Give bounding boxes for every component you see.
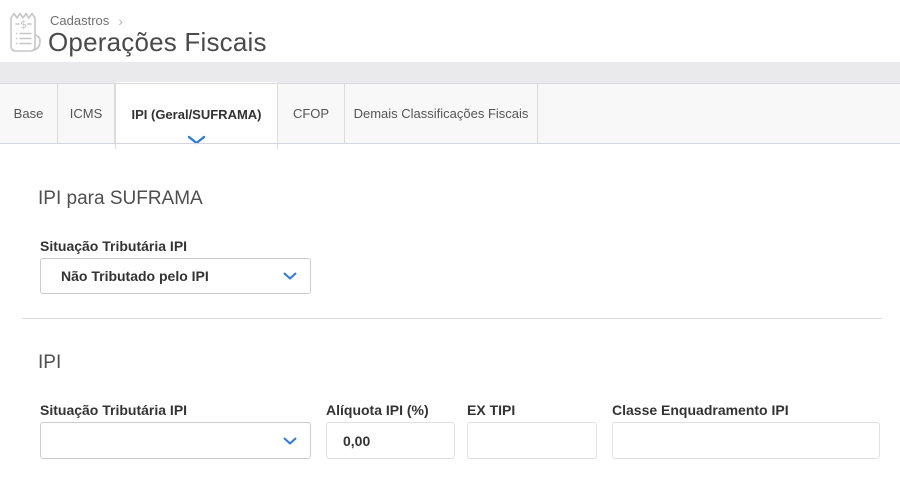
situacao-tributaria-ipi-label: Situação Tributária IPI bbox=[40, 403, 311, 418]
operacoes-fiscais-screen: $ Cadastros › Operações Fiscais Base ICM… bbox=[0, 0, 900, 494]
tabbar-top-border bbox=[0, 83, 900, 84]
header-band bbox=[0, 62, 900, 83]
situacao-tributaria-ipi-suframa-select[interactable]: Não Tributado pelo IPI bbox=[40, 258, 311, 294]
section-divider bbox=[22, 318, 882, 319]
selected-value: Não Tributado pelo IPI bbox=[61, 268, 209, 284]
chevron-right-icon: › bbox=[118, 14, 123, 28]
classe-enquadramento-ipi-label: Classe Enquadramento IPI bbox=[612, 403, 880, 418]
tab-icms-label: ICMS bbox=[70, 106, 103, 121]
chevron-down-icon bbox=[283, 272, 297, 280]
tab-base-label: Base bbox=[14, 106, 44, 121]
tab-base[interactable]: Base bbox=[0, 83, 58, 144]
aliquota-ipi-label: Alíquota IPI (%) bbox=[326, 403, 455, 418]
tab-icms[interactable]: ICMS bbox=[58, 83, 115, 144]
tabbar-bottom-border bbox=[0, 143, 900, 144]
chevron-down-icon bbox=[283, 437, 297, 445]
situacao-tributaria-ipi-suframa-label: Situação Tributária IPI bbox=[40, 239, 311, 254]
field-classe-enquadramento-ipi: Classe Enquadramento IPI bbox=[612, 403, 880, 459]
field-aliquota-ipi: Alíquota IPI (%) bbox=[326, 403, 455, 459]
section-heading-ipi: IPI bbox=[38, 352, 61, 374]
tab-ipi-geral-suframa[interactable]: IPI (Geral/SUFRAMA) bbox=[115, 82, 278, 149]
tab-cfop-label: CFOP bbox=[293, 106, 329, 121]
page-title: Operações Fiscais bbox=[48, 27, 267, 58]
ex-tipi-label: EX TIPI bbox=[467, 403, 597, 418]
tab-demais-classificacoes-fiscais[interactable]: Demais Classificações Fiscais bbox=[345, 83, 538, 144]
aliquota-ipi-input[interactable] bbox=[326, 422, 455, 459]
field-ex-tipi: EX TIPI bbox=[467, 403, 597, 459]
breadcrumb: Cadastros › bbox=[50, 13, 123, 28]
section-heading-ipi-para-suframa: IPI para SUFRAMA bbox=[38, 188, 203, 210]
tab-demais-label: Demais Classificações Fiscais bbox=[354, 106, 529, 121]
field-situacao-tributaria-ipi-suframa: Situação Tributária IPI Não Tributado pe… bbox=[40, 239, 311, 294]
tab-list: Base ICMS IPI (Geral/SUFRAMA) CFOP Demai… bbox=[0, 83, 538, 144]
situacao-tributaria-ipi-select[interactable] bbox=[40, 422, 311, 459]
svg-text:$: $ bbox=[20, 18, 27, 31]
field-situacao-tributaria-ipi: Situação Tributária IPI bbox=[40, 403, 311, 459]
tab-bar: Base ICMS IPI (Geral/SUFRAMA) CFOP Demai… bbox=[0, 83, 900, 144]
ex-tipi-input[interactable] bbox=[467, 422, 597, 459]
receipt-dollar-icon: $ bbox=[7, 9, 43, 54]
tab-ipi-label: IPI (Geral/SUFRAMA) bbox=[131, 107, 261, 122]
breadcrumb-cadastros[interactable]: Cadastros bbox=[50, 13, 109, 28]
classe-enquadramento-ipi-input[interactable] bbox=[612, 422, 880, 459]
tab-cfop[interactable]: CFOP bbox=[278, 83, 345, 144]
